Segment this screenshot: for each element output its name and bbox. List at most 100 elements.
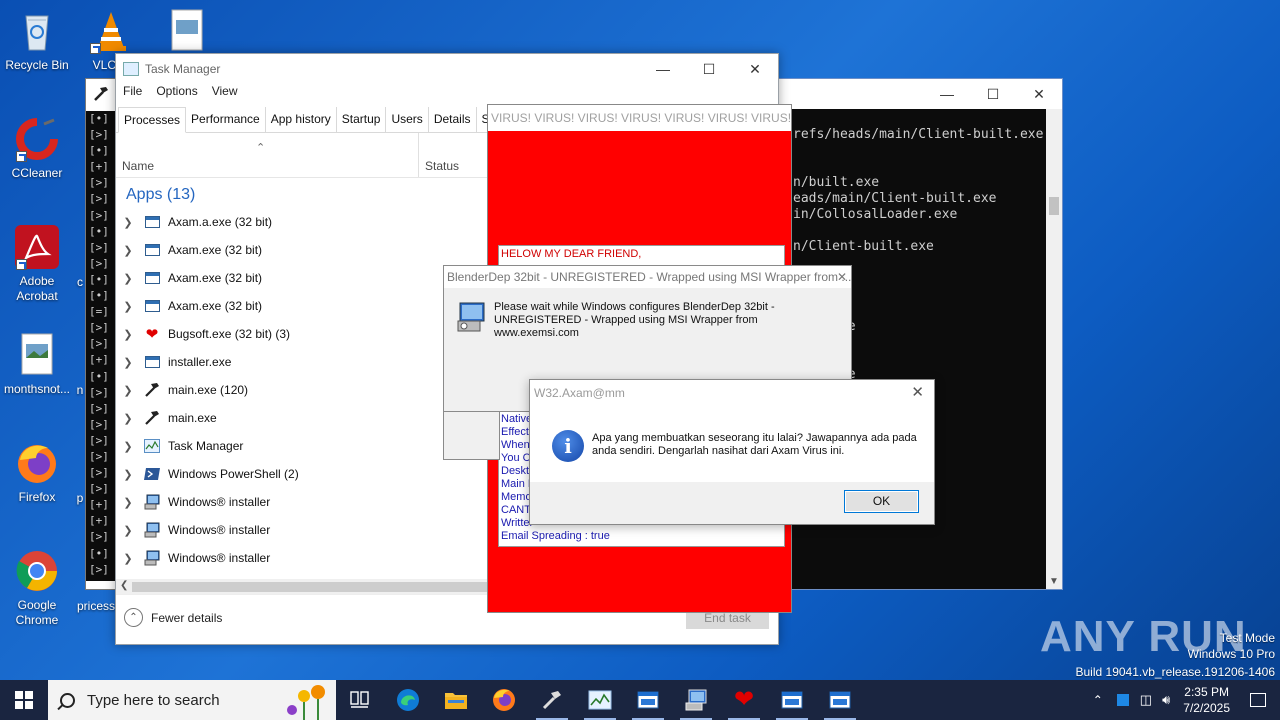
chevron-right-icon[interactable]: ❯ [116,328,140,341]
cmd-line: [>] [89,401,109,415]
close-button[interactable]: ✕ [732,54,778,84]
task-manager-icon [588,690,612,710]
axam-message-dialog[interactable]: W32.Axam@mm ✕ i Apa yang membuatkan sese… [529,379,935,525]
test-mode-label: Test Mode [1219,631,1275,645]
msi-message-text: Please wait while Windows configures Ble… [494,301,775,339]
shortcut-arrow-icon [90,43,101,54]
taskbar-app-heart[interactable]: ❤ [720,680,768,720]
cmd-line: [=] [89,305,109,319]
column-divider[interactable] [418,133,419,177]
column-status[interactable]: Status [425,159,459,173]
menu-view[interactable]: View [212,84,238,104]
maximize-button[interactable]: ☐ [686,54,732,84]
heart-icon: ❤ [145,326,159,343]
process-name: Windows® installer [168,551,271,565]
minimize-button[interactable]: — [640,54,686,84]
tab-app-history[interactable]: App history [266,107,337,132]
tab-startup[interactable]: Startup [337,107,387,132]
clock[interactable]: 2:35 PM 7/2/2025 [1183,684,1230,716]
firefox-icon [492,688,516,712]
horizontal-scrollbar[interactable]: ❮ [116,579,488,595]
scroll-left-icon[interactable]: ❮ [120,580,128,591]
installer-icon [456,301,488,333]
shortcut-arrow-icon [16,259,27,270]
chevron-right-icon[interactable]: ❯ [116,412,140,425]
taskbar-app-app-window[interactable] [624,680,672,720]
speaker-icon[interactable]: 🔊︎ [1162,692,1170,708]
ok-button[interactable]: OK [844,490,919,513]
console-scrollbar[interactable]: ▼ [1046,109,1062,589]
close-icon[interactable]: ✕ [837,266,847,288]
virus-window-title[interactable]: VIRUS! VIRUS! VIRUS! VIRUS! VIRUS! VIRUS… [488,105,791,131]
chevron-right-icon[interactable]: ❯ [116,552,140,565]
chevron-right-icon[interactable]: ❯ [116,244,140,257]
vlc-icon [88,8,134,54]
chevron-right-icon[interactable]: ❯ [116,524,140,537]
axam-button-bar: OK [530,482,934,524]
close-button[interactable]: ✕ [1016,79,1062,109]
task-manager-titlebar[interactable]: Task Manager — ☐ ✕ [116,54,778,84]
cmd-line: [>] [89,208,109,222]
minimize-button[interactable]: — [924,79,970,109]
msi-dialog-title[interactable]: BlenderDep 32bit - UNREGISTERED - Wrappe… [444,266,851,288]
app-window-icon[interactable] [1116,694,1129,706]
start-button[interactable] [0,680,48,720]
taskbar-app-edge[interactable] [384,680,432,720]
close-icon[interactable]: ✕ [911,380,924,406]
chevron-right-icon[interactable]: ❯ [116,216,140,229]
taskbar-search-box[interactable]: Type here to search [48,680,336,720]
desktop-icon-google-chrome[interactable]: Google Chrome [0,548,74,628]
tab-details[interactable]: Details [429,107,477,132]
taskbar-app-app-window[interactable] [816,680,864,720]
taskbar-app-firefox[interactable] [480,680,528,720]
chevron-right-icon[interactable]: ❯ [116,468,140,481]
scrollbar-thumb[interactable] [1049,197,1059,215]
chevron-right-icon[interactable]: ❯ [116,272,140,285]
chevron-right-icon[interactable]: ❯ [116,496,140,509]
column-name[interactable]: Name [122,159,154,173]
chevron-right-icon[interactable]: ❯ [116,356,140,369]
app-window-icon [144,243,160,257]
cmd-line: [>] [89,562,109,576]
process-name: Axam.a.exe (32 bit) [168,215,273,229]
search-icon [60,692,75,708]
fewer-details-button[interactable]: ⌃ Fewer details [124,608,222,627]
taskbar-app-app-window[interactable] [768,680,816,720]
desktop-icon-image-file-top[interactable] [150,8,224,58]
network-icon[interactable]: ◫ [1140,692,1152,708]
menu-file[interactable]: File [123,84,142,104]
file-explorer-icon [444,690,468,710]
chevron-right-icon[interactable]: ❯ [116,440,140,453]
desktop-icon-recycle-bin[interactable]: Recycle Bin [0,8,74,73]
taskbar-app-hammer[interactable] [528,680,576,720]
chevron-right-icon[interactable]: ❯ [116,300,140,313]
taskbar-apps: ❤ [336,680,864,720]
scroll-down-icon[interactable]: ▼ [1049,576,1059,587]
notification-icon[interactable] [1250,693,1266,707]
tab-users[interactable]: Users [386,107,429,132]
acrobat-icon [14,224,60,270]
chevron-up-icon[interactable]: ⌃ [1093,693,1103,707]
sort-up-icon[interactable]: ⌃ [256,141,265,154]
taskbar-app-task-view[interactable] [336,680,384,720]
maximize-button[interactable]: ☐ [970,79,1016,109]
desktop-icon-adobe-acrobat[interactable]: Adobe Acrobat [0,224,74,304]
desktop-icon-ccleaner[interactable]: CCleaner [0,116,74,181]
taskbar-app-file-explorer[interactable] [432,680,480,720]
shortcut-arrow-icon [16,151,27,162]
info-icon: i [552,430,584,462]
menu-options[interactable]: Options [156,84,197,104]
recycle-bin-icon [14,8,60,54]
window-title: Task Manager [145,62,221,76]
cmd-line: [>] [89,482,109,496]
taskbar-app-installer[interactable] [672,680,720,720]
axam-dialog-title[interactable]: W32.Axam@mm ✕ [530,380,934,406]
cmd-line: [+] [89,498,109,512]
taskbar-app-task-manager[interactable] [576,680,624,720]
axam-title-text: W32.Axam@mm [534,386,625,400]
scrollbar-thumb[interactable] [132,582,488,592]
tab-performance[interactable]: Performance [186,107,266,132]
tab-processes[interactable]: Processes [118,107,187,133]
hammer-icon [541,689,563,711]
chevron-right-icon[interactable]: ❯ [116,384,140,397]
